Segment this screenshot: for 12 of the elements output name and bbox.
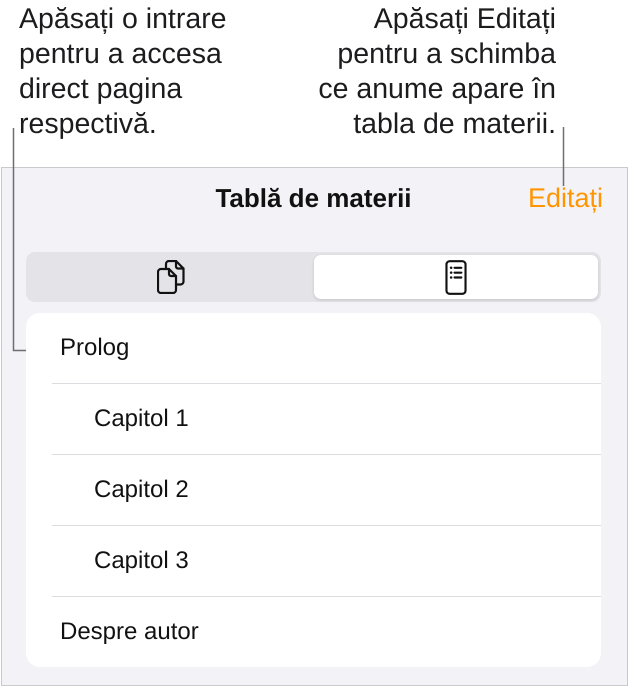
panel-title: Tablă de materii: [215, 183, 412, 214]
toc-entry[interactable]: Capitol 1: [26, 384, 601, 454]
view-tab[interactable]: [314, 255, 598, 299]
callout-text: Apăsați o intrare pentru a accesa direct pagina respectivă.: [19, 2, 227, 142]
list-document-icon: [444, 260, 467, 294]
toc-entry[interactable]: Prolog: [26, 313, 601, 383]
toc-entry[interactable]: Capitol 2: [26, 455, 601, 525]
leader-line: [562, 127, 564, 186]
pages-icon: [157, 260, 186, 294]
toc-entry[interactable]: Capitol 3: [26, 526, 601, 596]
callout-text: Apăsați Editați pentru a schimba ce anume apare în tabla de materii.: [318, 2, 556, 142]
toc-entry[interactable]: Despre autor: [26, 597, 601, 667]
